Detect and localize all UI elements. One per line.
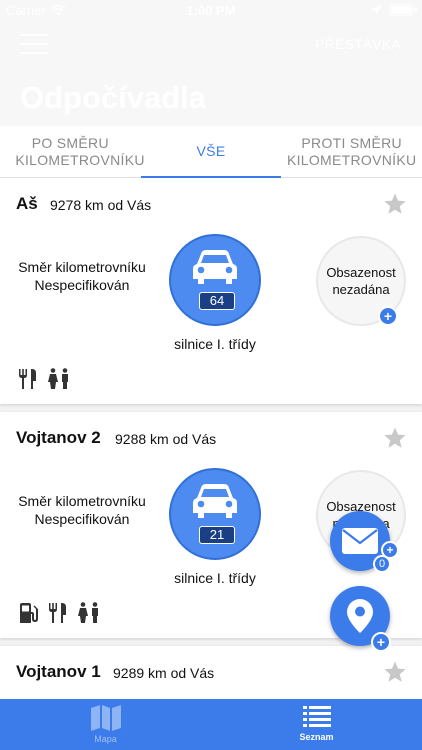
direction-text: Směr kilometrovníku Nespecifikován [18, 259, 146, 293]
tab-along-direction[interactable]: PO SMĚRU KILOMETROVNÍKU [0, 126, 144, 177]
tab-all[interactable]: VŠE [140, 126, 282, 178]
direction-tabs: PO SMĚRU KILOMETROVNÍKU VŠE PROTI SMĚRU … [0, 126, 422, 178]
location-arrow-icon [371, 5, 381, 15]
car-icon [193, 250, 237, 284]
road-number-badge: 21 [199, 526, 235, 544]
tab-list[interactable]: Seznam [211, 699, 422, 750]
add-occupancy-plus-icon[interactable]: + [378, 306, 398, 326]
rest-area-name: Vojtanov 2 [16, 428, 101, 447]
tab-map[interactable]: Mapa [0, 699, 211, 750]
list-icon [302, 706, 331, 727]
direction-text: Směr kilometrovníku Nespecifikován [18, 493, 146, 527]
road-class: silnice I. třídy [174, 336, 256, 352]
messages-count-badge: 0 [373, 555, 391, 573]
amenities [18, 602, 100, 624]
rest-area-distance: 9288 km od Vás [115, 431, 217, 447]
restaurant-icon [49, 603, 66, 623]
status-bar: Carrier 1:00 PM [0, 0, 422, 22]
battery-icon [389, 4, 417, 16]
road-number-badge: 64 [199, 292, 235, 310]
star-icon[interactable] [383, 192, 407, 216]
road-class: silnice I. třídy [174, 570, 256, 586]
rest-area-name: Aš [16, 194, 38, 213]
pause-button[interactable]: PŘESTÁVKA [315, 36, 401, 52]
list-item[interactable]: Vojtanov 1 9289 km od Vás [0, 646, 422, 699]
map-icon [90, 705, 121, 731]
amenities [18, 368, 70, 390]
page-title: Odpočívadla [20, 80, 207, 115]
fuel-icon [20, 603, 38, 623]
tab-map-label: Mapa [94, 734, 117, 744]
rest-area-name: Vojtanov 1 [16, 662, 101, 681]
envelope-icon [342, 528, 378, 554]
location-pin-icon [347, 599, 373, 633]
rest-area-distance: 9278 km od Vás [50, 197, 152, 213]
toilets-icon [78, 602, 98, 623]
add-location-plus-icon[interactable]: + [371, 632, 391, 652]
star-icon[interactable] [383, 660, 407, 684]
tab-against-direction[interactable]: PROTI SMĚRU KILOMETROVNÍKU [281, 126, 422, 177]
restaurant-icon [19, 369, 36, 389]
list-item[interactable]: Aš 9278 km od Vás Směr kilometrovníku Ne… [0, 178, 422, 404]
toilets-icon [48, 368, 68, 389]
road-number-circle: 21 [169, 468, 261, 560]
bottom-tab-bar: Mapa Seznam [0, 699, 422, 750]
tab-list-label: Seznam [299, 732, 334, 742]
rest-area-distance: 9289 km od Vás [113, 665, 215, 681]
car-icon [193, 484, 237, 518]
road-number-circle: 64 [169, 234, 261, 326]
status-time: 1:00 PM [186, 3, 236, 18]
star-icon[interactable] [383, 426, 407, 450]
menu-icon[interactable] [20, 34, 48, 54]
